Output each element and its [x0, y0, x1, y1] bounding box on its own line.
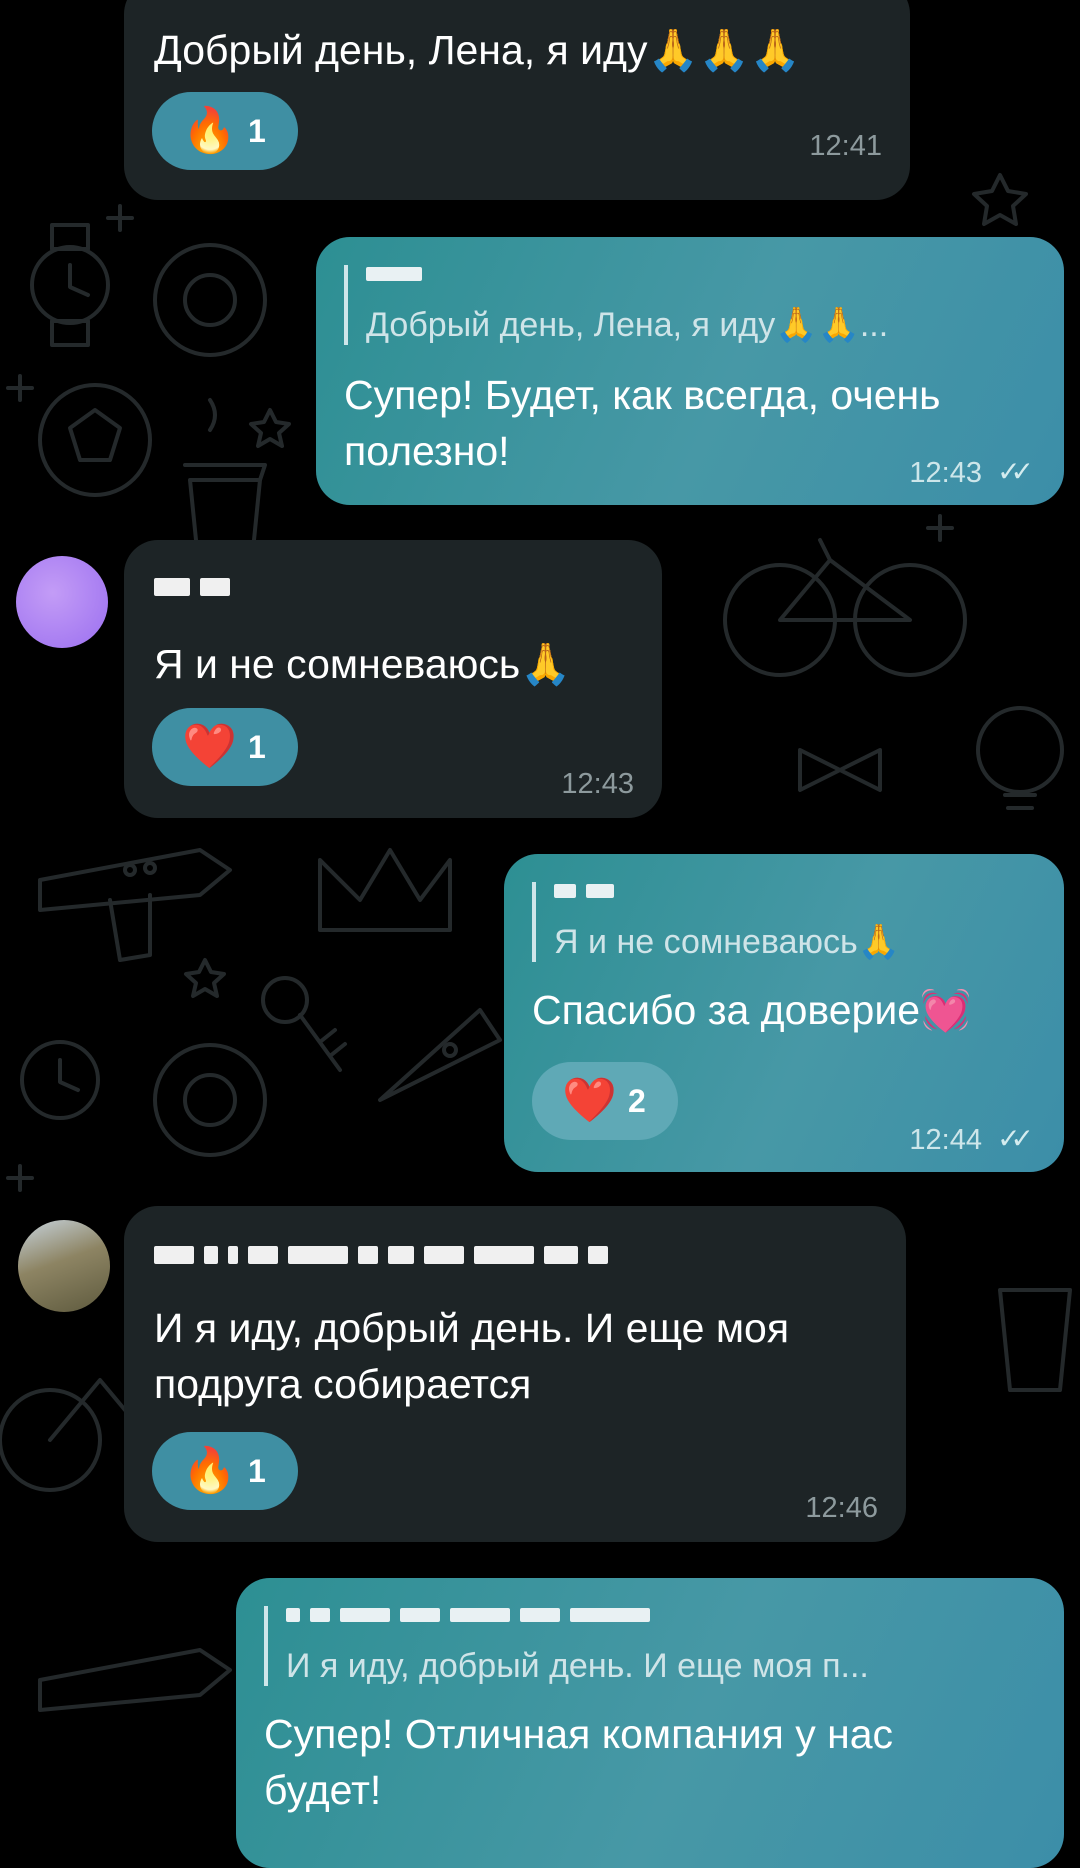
reaction-chip[interactable]: 🔥 1: [152, 92, 298, 170]
avatar[interactable]: [18, 1220, 110, 1312]
message-time: 12:41: [809, 130, 882, 162]
heart-emoji: ❤️: [562, 1076, 617, 1125]
message-text-line1: И я иду, добрый день. И еще моя: [154, 1305, 790, 1351]
message-text-line2: подруга собирается: [154, 1361, 532, 1407]
plane-doodle-2: [38, 1648, 232, 1712]
reply-quote[interactable]: И я иду, добрый день. И еще моя п...: [264, 1606, 869, 1686]
message-text: Я и не сомневаюсь🙏: [154, 641, 572, 687]
sender-name: [154, 578, 240, 596]
reaction-count: 1: [248, 112, 266, 149]
fire-emoji: 🔥: [182, 1446, 237, 1495]
reaction-count: 1: [248, 728, 266, 765]
outgoing-message[interactable]: Добрый день, Лена, я иду🙏🙏... Супер! Буд…: [316, 237, 1064, 505]
plane-doodle: [38, 848, 232, 962]
ball-doodle: [38, 383, 152, 497]
reply-author: [286, 1606, 869, 1646]
bicycle-doodle: [723, 538, 967, 677]
outgoing-message[interactable]: И я иду, добрый день. И еще моя п... Суп…: [236, 1578, 1064, 1868]
incoming-message[interactable]: Добрый день, Лена, я иду🙏🙏🙏 🔥 1 12:41: [124, 0, 910, 200]
reply-text: Я и не сомневаюсь🙏: [554, 923, 901, 961]
watch-doodle-2: [20, 1040, 100, 1120]
read-checkmark-icon: ✓✓: [997, 456, 1034, 487]
message-text: Спасибо за доверие💓: [532, 987, 972, 1033]
reply-author: [366, 265, 888, 305]
heart-emoji: ❤️: [182, 722, 237, 771]
reaction-chip[interactable]: ❤️ 2: [532, 1062, 678, 1140]
message-time: 12:46: [805, 1492, 878, 1524]
crown-doodle: [318, 848, 452, 932]
outgoing-message[interactable]: Я и не сомневаюсь🙏 Спасибо за доверие💓 ❤…: [504, 854, 1064, 1172]
reply-text: Добрый день, Лена, я иду🙏🙏...: [366, 306, 889, 344]
message-time: 12:44: [909, 1124, 982, 1156]
key-doodle: [261, 976, 347, 1072]
avatar[interactable]: [16, 556, 108, 648]
pizza-doodle: [378, 1008, 502, 1102]
message-text: Добрый день, Лена, я иду🙏🙏🙏: [154, 27, 801, 73]
fire-emoji: 🔥: [182, 106, 237, 155]
reply-author: [554, 882, 900, 922]
reaction-chip[interactable]: ❤️ 1: [152, 708, 298, 786]
incoming-message[interactable]: И я иду, добрый день. И еще моя подруга …: [124, 1206, 906, 1542]
message-text-line2: будет!: [264, 1767, 382, 1813]
reaction-count: 1: [248, 1452, 266, 1489]
reply-quote[interactable]: Добрый день, Лена, я иду🙏🙏...: [344, 265, 888, 345]
bulb-doodle: [976, 706, 1064, 810]
bow-doodle: [798, 748, 882, 792]
reply-text: И я иду, добрый день. И еще моя п...: [286, 1647, 869, 1685]
reaction-count: 2: [628, 1082, 646, 1119]
message-time: 12:43: [909, 457, 982, 489]
ring-doodle: [153, 243, 267, 357]
incoming-message[interactable]: Я и не сомневаюсь🙏 ❤️ 1 12:43: [124, 540, 662, 818]
message-text-line2: полезно!: [344, 428, 510, 474]
read-checkmark-icon: ✓✓: [997, 1123, 1034, 1154]
watch-doodle: [30, 223, 110, 347]
reaction-chip[interactable]: 🔥 1: [152, 1432, 298, 1510]
sender-name: [154, 1246, 618, 1264]
message-text-line1: Супер! Отличная компания у нас: [264, 1711, 894, 1757]
message-text-line1: Супер! Будет, как всегда, очень: [344, 372, 941, 418]
ring-doodle-2: [153, 1043, 267, 1157]
cup-doodle-2: [998, 1288, 1072, 1392]
reply-quote[interactable]: Я и не сомневаюсь🙏: [532, 882, 900, 962]
message-time: 12:43: [561, 768, 634, 800]
